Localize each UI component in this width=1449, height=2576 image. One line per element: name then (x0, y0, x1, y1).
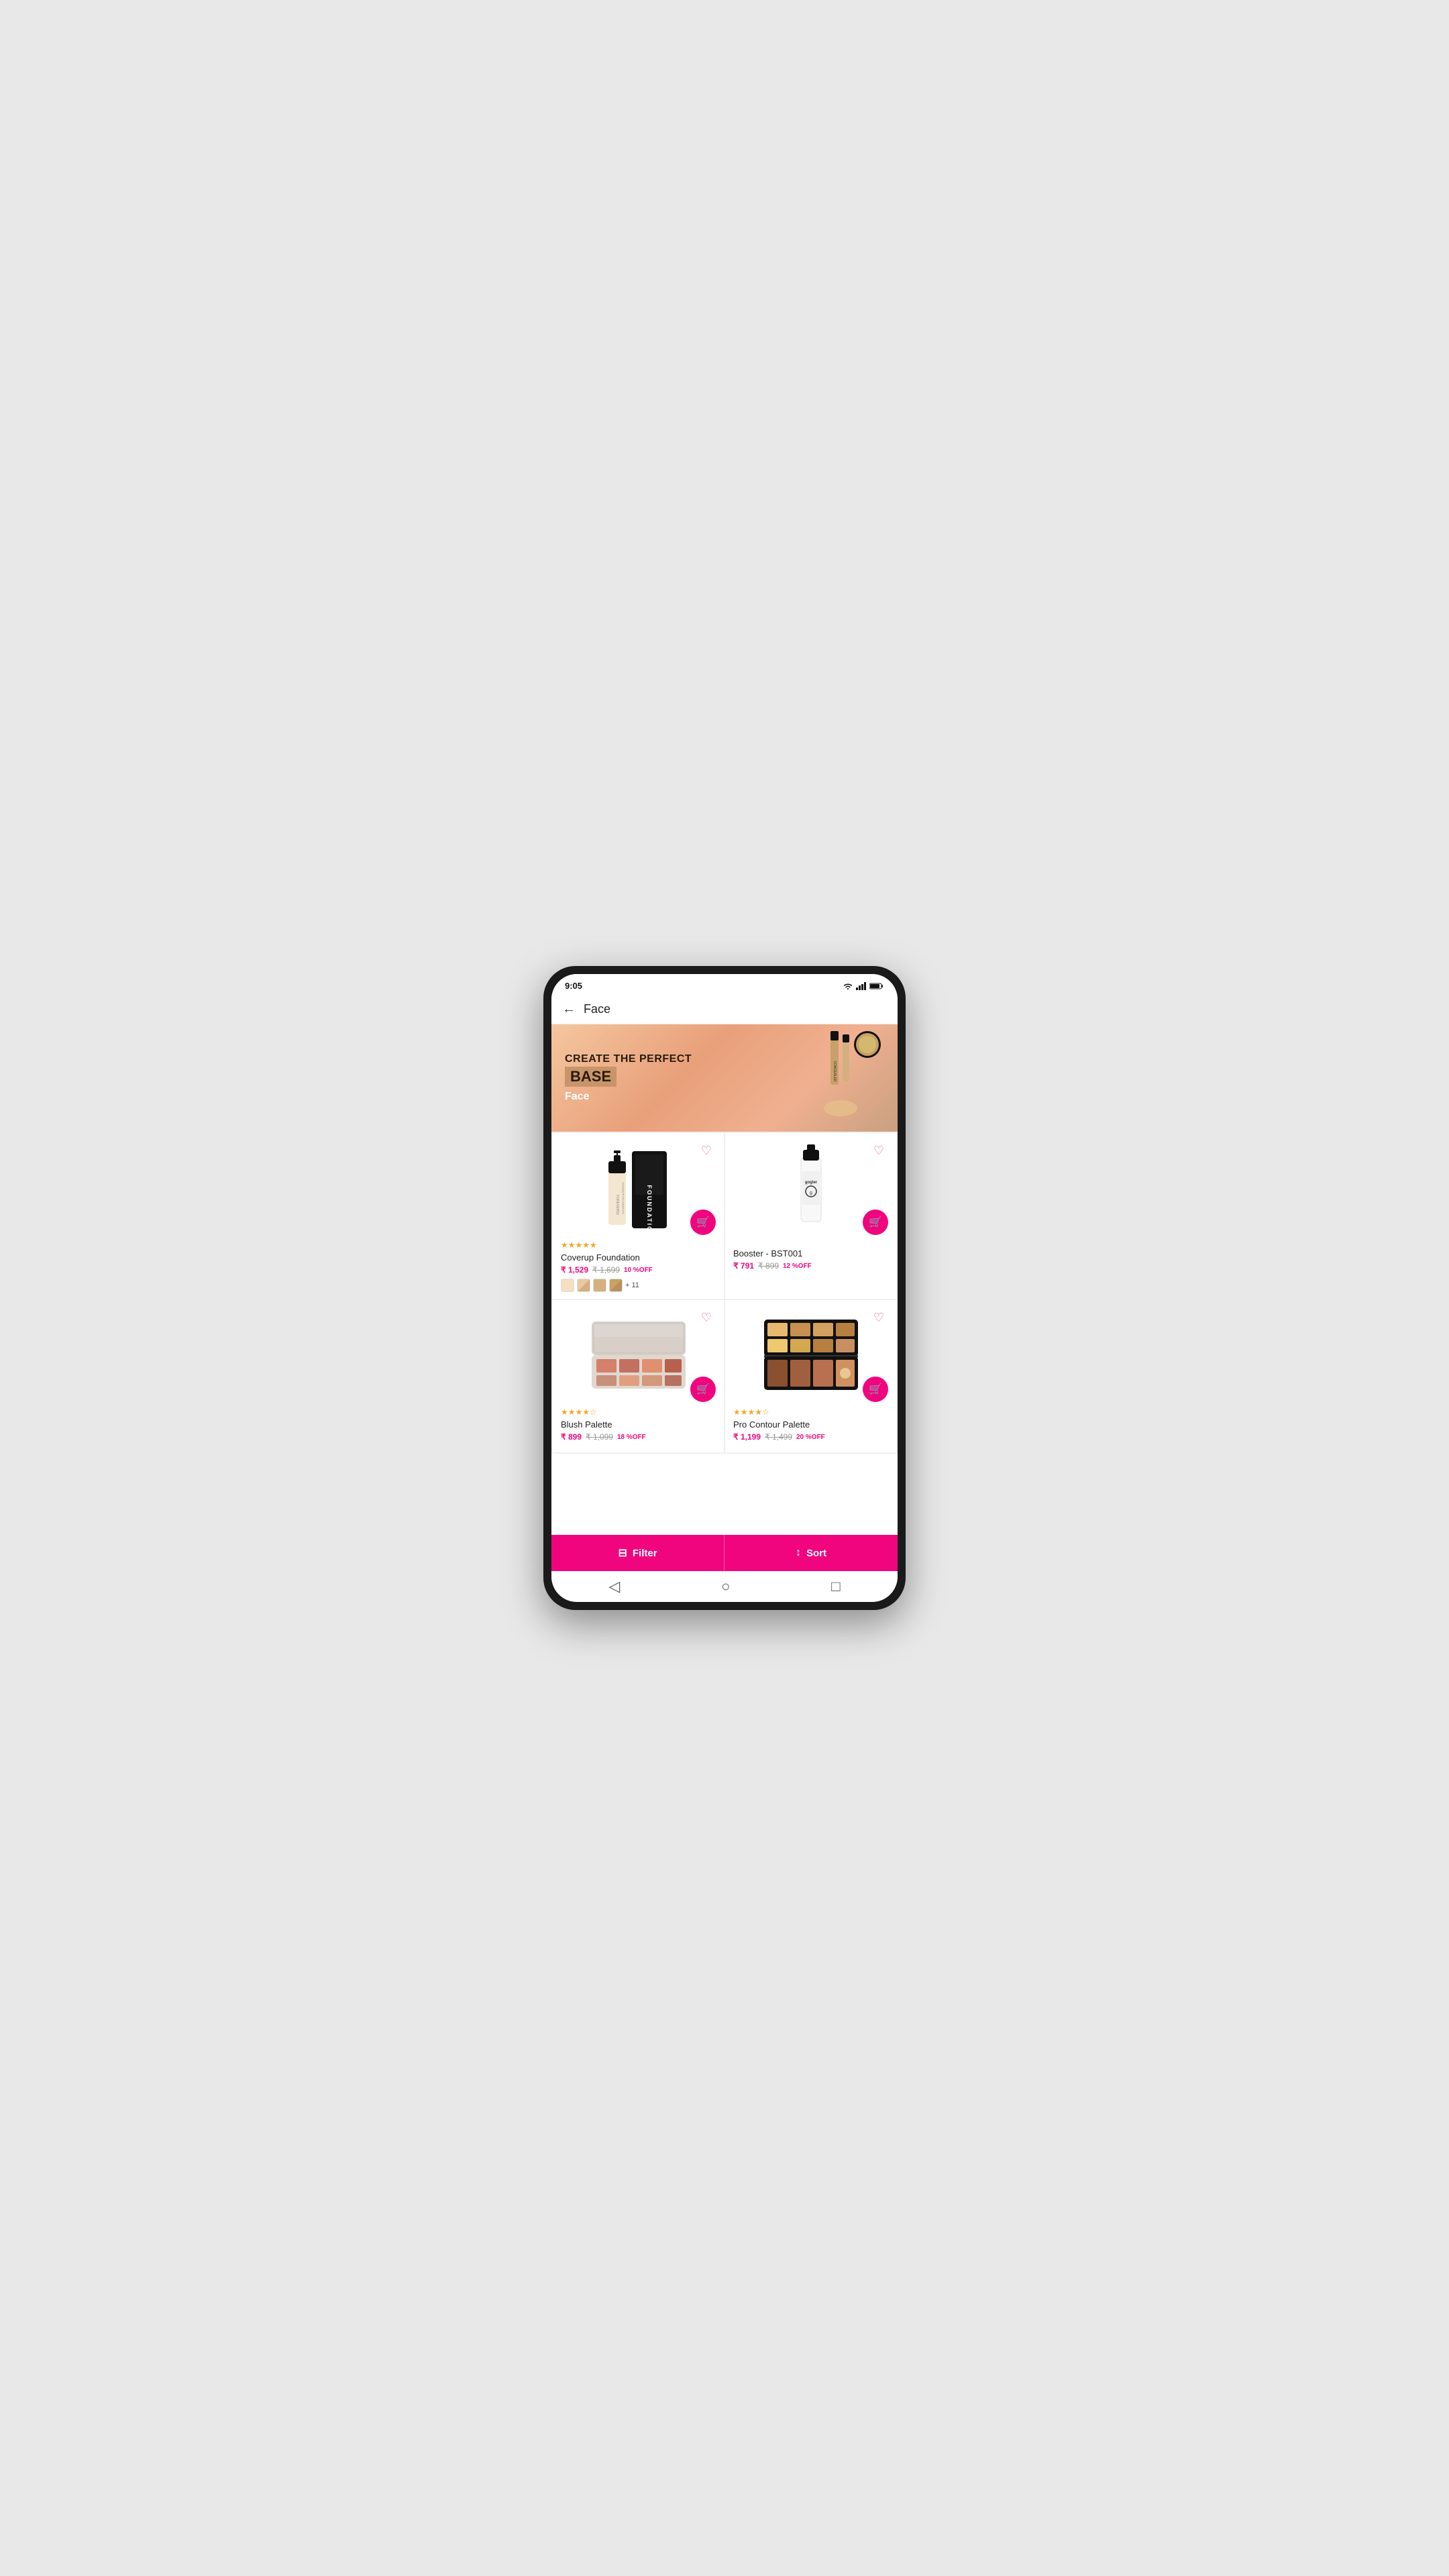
color-swatches-1: + 11 (561, 1279, 716, 1292)
home-nav-icon[interactable]: ○ (721, 1578, 730, 1595)
cart-icon-2: 🛒 (869, 1216, 882, 1229)
back-button[interactable]: ← (562, 1002, 576, 1017)
product-image-palette: ♡ (561, 1308, 716, 1402)
wishlist-button-1[interactable]: ♡ (697, 1141, 716, 1160)
back-nav-icon[interactable]: ◁ (608, 1578, 620, 1595)
product-stars-1: ★★★★★ (561, 1240, 716, 1250)
wishlist-button-3[interactable]: ♡ (697, 1308, 716, 1327)
product-card-3: ♡ (553, 1300, 724, 1452)
more-colors-1: + 11 (625, 1281, 639, 1289)
blush-palette-svg (588, 1320, 689, 1391)
sort-label: Sort (806, 1548, 826, 1559)
product-stars-3: ★★★★☆ (561, 1407, 716, 1417)
svg-text:COVERUP FOUNDATION: COVERUP FOUNDATION (621, 1183, 625, 1214)
price-row-4: ₹ 1,199 ₹ 1,499 20 %OFF (733, 1432, 888, 1442)
price-current-4: ₹ 1,199 (733, 1432, 761, 1442)
concealer-svg: CONCEALER (817, 1028, 884, 1125)
filter-icon: ⊟ (618, 1546, 627, 1560)
status-icons (843, 982, 884, 990)
product-image-booster: ♡ gogler (733, 1141, 888, 1235)
product-card-2: ♡ gogler (725, 1133, 896, 1299)
price-current-2: ₹ 791 (733, 1261, 754, 1271)
heart-icon-3: ♡ (701, 1311, 712, 1325)
swatch-1d[interactable] (609, 1279, 623, 1292)
battery-icon (869, 982, 884, 990)
product-card-1: ♡ FOREVER52 C (553, 1133, 724, 1299)
sort-icon: ↕ (796, 1547, 801, 1559)
product-name-4: Pro Contour Palette (733, 1419, 888, 1430)
product-name-3: Blush Palette (561, 1419, 716, 1430)
product-name-1: Coverup Foundation (561, 1252, 716, 1263)
banner-products: CONCEALER (707, 1024, 898, 1132)
swatch-1b[interactable] (577, 1279, 590, 1292)
foundation-svg: FOREVER52 COVERUP FOUNDATION FOUNDATION (602, 1144, 676, 1232)
filter-button[interactable]: ⊟ Filter (551, 1535, 724, 1571)
product-card-4: ♡ (725, 1300, 896, 1452)
phone-screen: 9:05 (551, 974, 898, 1602)
system-nav-bar: ◁ ○ □ (551, 1571, 898, 1602)
price-current-3: ₹ 899 (561, 1432, 582, 1442)
cart-icon-1: 🛒 (696, 1216, 710, 1229)
banner-category-label: Face (565, 1091, 692, 1103)
svg-text:FOUNDATION: FOUNDATION (646, 1185, 653, 1232)
price-row-2: ₹ 791 ₹ 899 12 %OFF (733, 1261, 888, 1271)
wishlist-button-2[interactable]: ♡ (869, 1141, 888, 1160)
status-time: 9:05 (565, 981, 582, 991)
price-original-1: ₹ 1,699 (592, 1265, 620, 1275)
top-nav: ← Face (551, 995, 898, 1024)
price-row-1: ₹ 1,529 ₹ 1,699 10 %OFF (561, 1265, 716, 1275)
booster-svg: gogler g (784, 1144, 838, 1232)
banner-line2: BASE (565, 1067, 616, 1087)
filter-label: Filter (633, 1548, 657, 1559)
discount-badge-2: 12 %OFF (783, 1263, 812, 1270)
contour-palette-svg (761, 1318, 861, 1392)
add-to-cart-button-1[interactable]: 🛒 (690, 1210, 716, 1235)
product-image-contour: ♡ (733, 1308, 888, 1402)
svg-text:g: g (810, 1191, 812, 1195)
cart-icon-4: 🛒 (869, 1383, 882, 1396)
page-title: Face (584, 1002, 610, 1016)
banner-line1: CREATE THE PERFECT (565, 1053, 692, 1065)
category-banner: CREATE THE PERFECT BASE Face CONCEALER (551, 1024, 898, 1132)
discount-badge-1: 10 %OFF (624, 1267, 653, 1274)
svg-text:gogler: gogler (804, 1181, 817, 1185)
cart-icon-3: 🛒 (696, 1383, 710, 1396)
scroll-content: CREATE THE PERFECT BASE Face CONCEALER (551, 1024, 898, 1535)
price-current-1: ₹ 1,529 (561, 1265, 588, 1275)
heart-icon-2: ♡ (873, 1144, 884, 1158)
wifi-icon (843, 982, 853, 990)
price-original-3: ₹ 1,099 (586, 1432, 613, 1442)
add-to-cart-button-4[interactable]: 🛒 (863, 1377, 888, 1402)
discount-badge-3: 18 %OFF (617, 1434, 646, 1441)
svg-text:CONCEALER: CONCEALER (833, 1061, 837, 1082)
product-name-2: Booster - BST001 (733, 1248, 888, 1258)
banner-text-area: CREATE THE PERFECT BASE Face (565, 1053, 692, 1103)
signal-icon (856, 982, 867, 990)
add-to-cart-button-3[interactable]: 🛒 (690, 1377, 716, 1402)
heart-icon-4: ♡ (873, 1311, 884, 1325)
recents-nav-icon[interactable]: □ (831, 1578, 840, 1595)
product-image-foundation: ♡ FOREVER52 C (561, 1141, 716, 1235)
swatch-1c[interactable] (593, 1279, 606, 1292)
swatch-1a[interactable] (561, 1279, 574, 1292)
phone-frame: 9:05 (543, 966, 906, 1610)
price-original-2: ₹ 899 (758, 1261, 779, 1271)
price-original-4: ₹ 1,499 (765, 1432, 792, 1442)
price-row-3: ₹ 899 ₹ 1,099 18 %OFF (561, 1432, 716, 1442)
product-stars-4: ★★★★☆ (733, 1407, 888, 1417)
svg-text:FOREVER52: FOREVER52 (615, 1195, 619, 1215)
wishlist-button-4[interactable]: ♡ (869, 1308, 888, 1327)
status-bar: 9:05 (551, 974, 898, 995)
discount-badge-4: 20 %OFF (796, 1434, 825, 1441)
sort-button[interactable]: ↕ Sort (724, 1535, 898, 1571)
add-to-cart-button-2[interactable]: 🛒 (863, 1210, 888, 1235)
heart-icon-1: ♡ (701, 1144, 712, 1158)
bottom-action-bar: ⊟ Filter ↕ Sort (551, 1535, 898, 1571)
product-grid: ♡ FOREVER52 C (551, 1132, 898, 1454)
